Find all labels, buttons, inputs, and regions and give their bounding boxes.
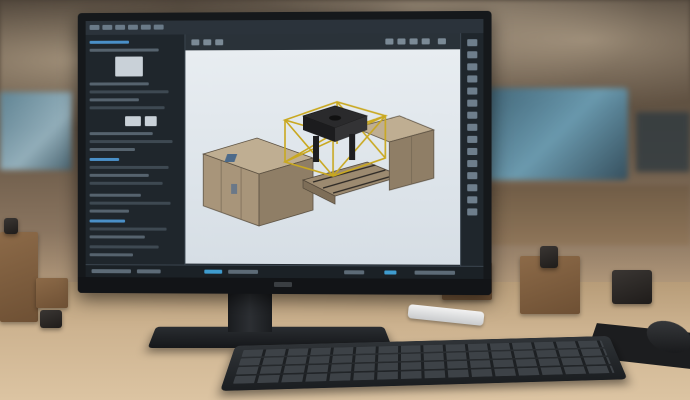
small-thumbnail <box>144 116 157 127</box>
monitor-brand-logo <box>274 281 292 288</box>
dark-part-right <box>540 246 558 268</box>
enclosure-box-left <box>202 137 314 227</box>
scene <box>0 0 690 400</box>
wooden-block <box>36 278 68 308</box>
background-monitor-left <box>0 92 72 170</box>
monitor-bezel-bottom <box>77 277 492 296</box>
cad-left-panel <box>85 34 186 266</box>
desk-left-parts <box>0 218 90 338</box>
dark-part <box>40 310 62 328</box>
background-monitor-right <box>488 88 628 180</box>
dark-part-far-right <box>612 270 652 304</box>
cad-right-toolbar <box>460 33 484 267</box>
model-thumbnail <box>115 56 143 77</box>
background-shelf <box>470 185 690 245</box>
dark-machine-top <box>303 106 367 162</box>
background-device-right <box>636 112 690 172</box>
viewport-toolbar <box>185 33 462 51</box>
monitor <box>77 10 492 296</box>
small-thumbnail <box>125 116 141 127</box>
wooden-block <box>0 232 38 322</box>
monitor-stand-neck <box>228 292 272 332</box>
rail-platform <box>303 162 401 205</box>
cad-viewport <box>185 49 462 265</box>
monitor-screen <box>85 18 484 279</box>
cad-model <box>202 49 461 227</box>
menu-items <box>89 24 164 30</box>
dark-part <box>4 218 18 234</box>
